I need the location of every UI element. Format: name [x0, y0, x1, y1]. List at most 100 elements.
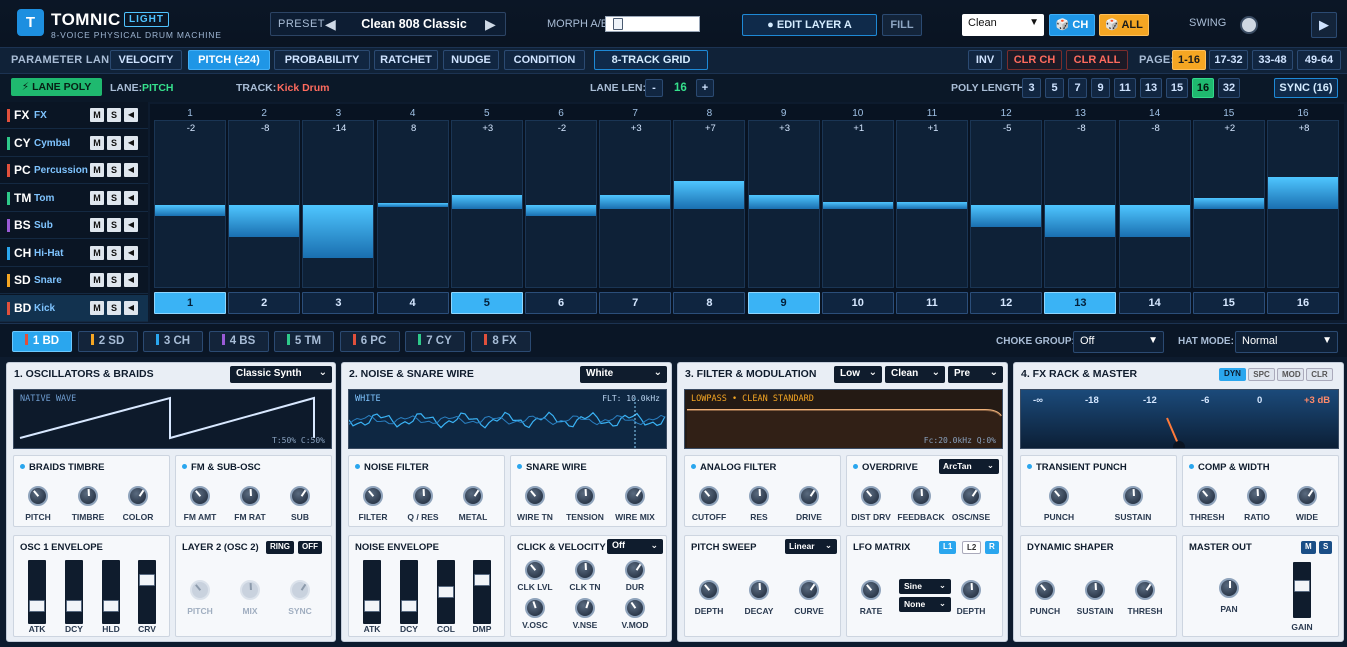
- hat-mode-select[interactable]: Normal ▼: [1235, 331, 1338, 353]
- pitch-lane-bar[interactable]: [303, 205, 374, 258]
- pan-knob[interactable]: [1219, 578, 1239, 598]
- depth-knob[interactable]: [699, 580, 719, 600]
- master-mute-button[interactable]: M: [1301, 541, 1316, 554]
- fader-cap[interactable]: [103, 600, 119, 612]
- track-select-arrow-icon[interactable]: ◀: [124, 163, 138, 177]
- page-button-1[interactable]: 1-16: [1172, 50, 1206, 70]
- depth-knob[interactable]: [961, 580, 981, 600]
- atk-fader[interactable]: [363, 560, 381, 624]
- tension-knob[interactable]: [575, 486, 595, 506]
- preset-prev-icon[interactable]: ◀: [325, 16, 336, 33]
- layer2-off-button[interactable]: OFF: [298, 541, 322, 554]
- step-button-13[interactable]: 13: [1044, 292, 1117, 314]
- voice-tab-8[interactable]: 8 FX: [470, 331, 531, 352]
- res-knob[interactable]: [749, 486, 769, 506]
- pitch-lane-14[interactable]: -8: [1118, 120, 1191, 288]
- pitch-lane-1[interactable]: -2: [154, 120, 226, 288]
- fader-cap[interactable]: [66, 600, 82, 612]
- fader-cap[interactable]: [139, 574, 155, 586]
- sync-button[interactable]: SYNC (16): [1274, 78, 1338, 98]
- pitch-lane-16[interactable]: +8: [1267, 120, 1339, 288]
- fader-cap[interactable]: [438, 586, 454, 598]
- page-button-4[interactable]: 49-64: [1297, 50, 1341, 70]
- track-row-tm[interactable]: TM Tom M S ◀: [0, 185, 148, 212]
- voice-tab-1[interactable]: 1 BD: [12, 331, 72, 352]
- track-select-arrow-icon[interactable]: ◀: [124, 273, 138, 287]
- ring-button[interactable]: RING: [266, 541, 294, 554]
- solo-button[interactable]: S: [107, 300, 121, 315]
- step-button-8[interactable]: 8: [673, 292, 746, 314]
- step-button-16[interactable]: 16: [1267, 292, 1339, 314]
- voice-tab-4[interactable]: 4 BS: [208, 331, 269, 352]
- voice-tab-2[interactable]: 2 SD: [77, 331, 138, 352]
- track-row-pc[interactable]: PC Percussion M S ◀: [0, 157, 148, 184]
- poly-length-15[interactable]: 15: [1166, 78, 1188, 98]
- clk-lvl-knob[interactable]: [525, 560, 545, 580]
- edit-layer-button[interactable]: ● EDIT LAYER A: [742, 14, 877, 36]
- mute-button[interactable]: M: [90, 163, 104, 177]
- track-select-arrow-icon[interactable]: ◀: [124, 135, 138, 150]
- pitch-lane-bar[interactable]: [155, 205, 225, 216]
- step-button-1[interactable]: 1: [154, 292, 226, 314]
- fm-amt-knob[interactable]: [190, 486, 210, 506]
- filter-knob[interactable]: [363, 486, 383, 506]
- voice-tab-3[interactable]: 3 CH: [143, 331, 203, 352]
- col-fader[interactable]: [437, 560, 455, 624]
- click-mode-select[interactable]: Off ⌄: [607, 539, 663, 554]
- step-button-14[interactable]: 14: [1118, 292, 1191, 314]
- lfo-shape-select[interactable]: Sine ⌄: [899, 579, 951, 594]
- rate-knob[interactable]: [861, 580, 881, 600]
- thresh-knob[interactable]: [1197, 486, 1217, 506]
- pitch-lane-9[interactable]: +3: [747, 120, 820, 288]
- metal-knob[interactable]: [463, 486, 483, 506]
- thresh-knob[interactable]: [1135, 580, 1155, 600]
- pitch-lane-2[interactable]: -8: [228, 120, 301, 288]
- poly-length-3[interactable]: 3: [1022, 78, 1041, 98]
- v-nse-knob[interactable]: [575, 598, 595, 618]
- step-button-9[interactable]: 9: [747, 292, 820, 314]
- mute-button[interactable]: M: [90, 300, 104, 315]
- step-button-7[interactable]: 7: [599, 292, 672, 314]
- poly-length-11[interactable]: 11: [1114, 78, 1136, 98]
- lfo2-tab[interactable]: L2: [962, 541, 982, 554]
- pitch-lane-bar[interactable]: [229, 205, 300, 237]
- param-tab-pitch[interactable]: PITCH (±24): [188, 50, 270, 70]
- sync-knob[interactable]: [290, 580, 310, 600]
- preset-name[interactable]: Clean 808 Classic: [349, 17, 479, 31]
- wire-tn-knob[interactable]: [525, 486, 545, 506]
- color-knob[interactable]: [128, 486, 148, 506]
- step-button-5[interactable]: 5: [450, 292, 523, 314]
- clear-all-button[interactable]: CLR ALL: [1066, 50, 1128, 70]
- lane-length-increment-button[interactable]: +: [696, 79, 714, 97]
- pitch-lane-6[interactable]: -2: [525, 120, 597, 288]
- pitch-lane-11[interactable]: +1: [896, 120, 968, 288]
- noise-type-select[interactable]: White ⌄: [580, 366, 667, 383]
- pitch-lane-bar[interactable]: [1268, 177, 1338, 209]
- poly-length-9[interactable]: 9: [1091, 78, 1110, 98]
- randomize-channel-button[interactable]: 🎲 CH: [1049, 14, 1095, 36]
- preset-next-icon[interactable]: ▶: [485, 16, 496, 33]
- fx-tab-spc[interactable]: SPC: [1248, 368, 1275, 381]
- decay-knob[interactable]: [749, 580, 769, 600]
- voice-tab-7[interactable]: 7 CY: [405, 331, 465, 352]
- feedback-knob[interactable]: [911, 486, 931, 506]
- track-grid-button[interactable]: 8-TRACK GRID: [594, 50, 708, 70]
- param-tab-condition[interactable]: CONDITION: [504, 50, 585, 70]
- pitch-lane-bar[interactable]: [897, 201, 967, 209]
- pitch-lane-bar[interactable]: [377, 203, 448, 207]
- pitch-lane-10[interactable]: +1: [821, 120, 894, 288]
- wide-knob[interactable]: [1297, 486, 1317, 506]
- fader-cap[interactable]: [474, 574, 490, 586]
- mute-button[interactable]: M: [90, 218, 104, 232]
- poly-length-5[interactable]: 5: [1045, 78, 1064, 98]
- gain-fader[interactable]: [1293, 562, 1311, 618]
- dmp-fader[interactable]: [473, 560, 491, 624]
- fm-rat-knob[interactable]: [240, 486, 260, 506]
- pitch-lane-bar[interactable]: [822, 201, 893, 209]
- pitch-lane-bar[interactable]: [1119, 205, 1190, 237]
- track-row-ch[interactable]: CH Hi-Hat M S ◀: [0, 240, 148, 267]
- pitch-lane-bar[interactable]: [451, 194, 522, 209]
- filter-routing-select[interactable]: Pre ⌄: [948, 366, 1003, 383]
- solo-button[interactable]: S: [107, 218, 121, 232]
- pitch-lane-12[interactable]: -5: [970, 120, 1043, 288]
